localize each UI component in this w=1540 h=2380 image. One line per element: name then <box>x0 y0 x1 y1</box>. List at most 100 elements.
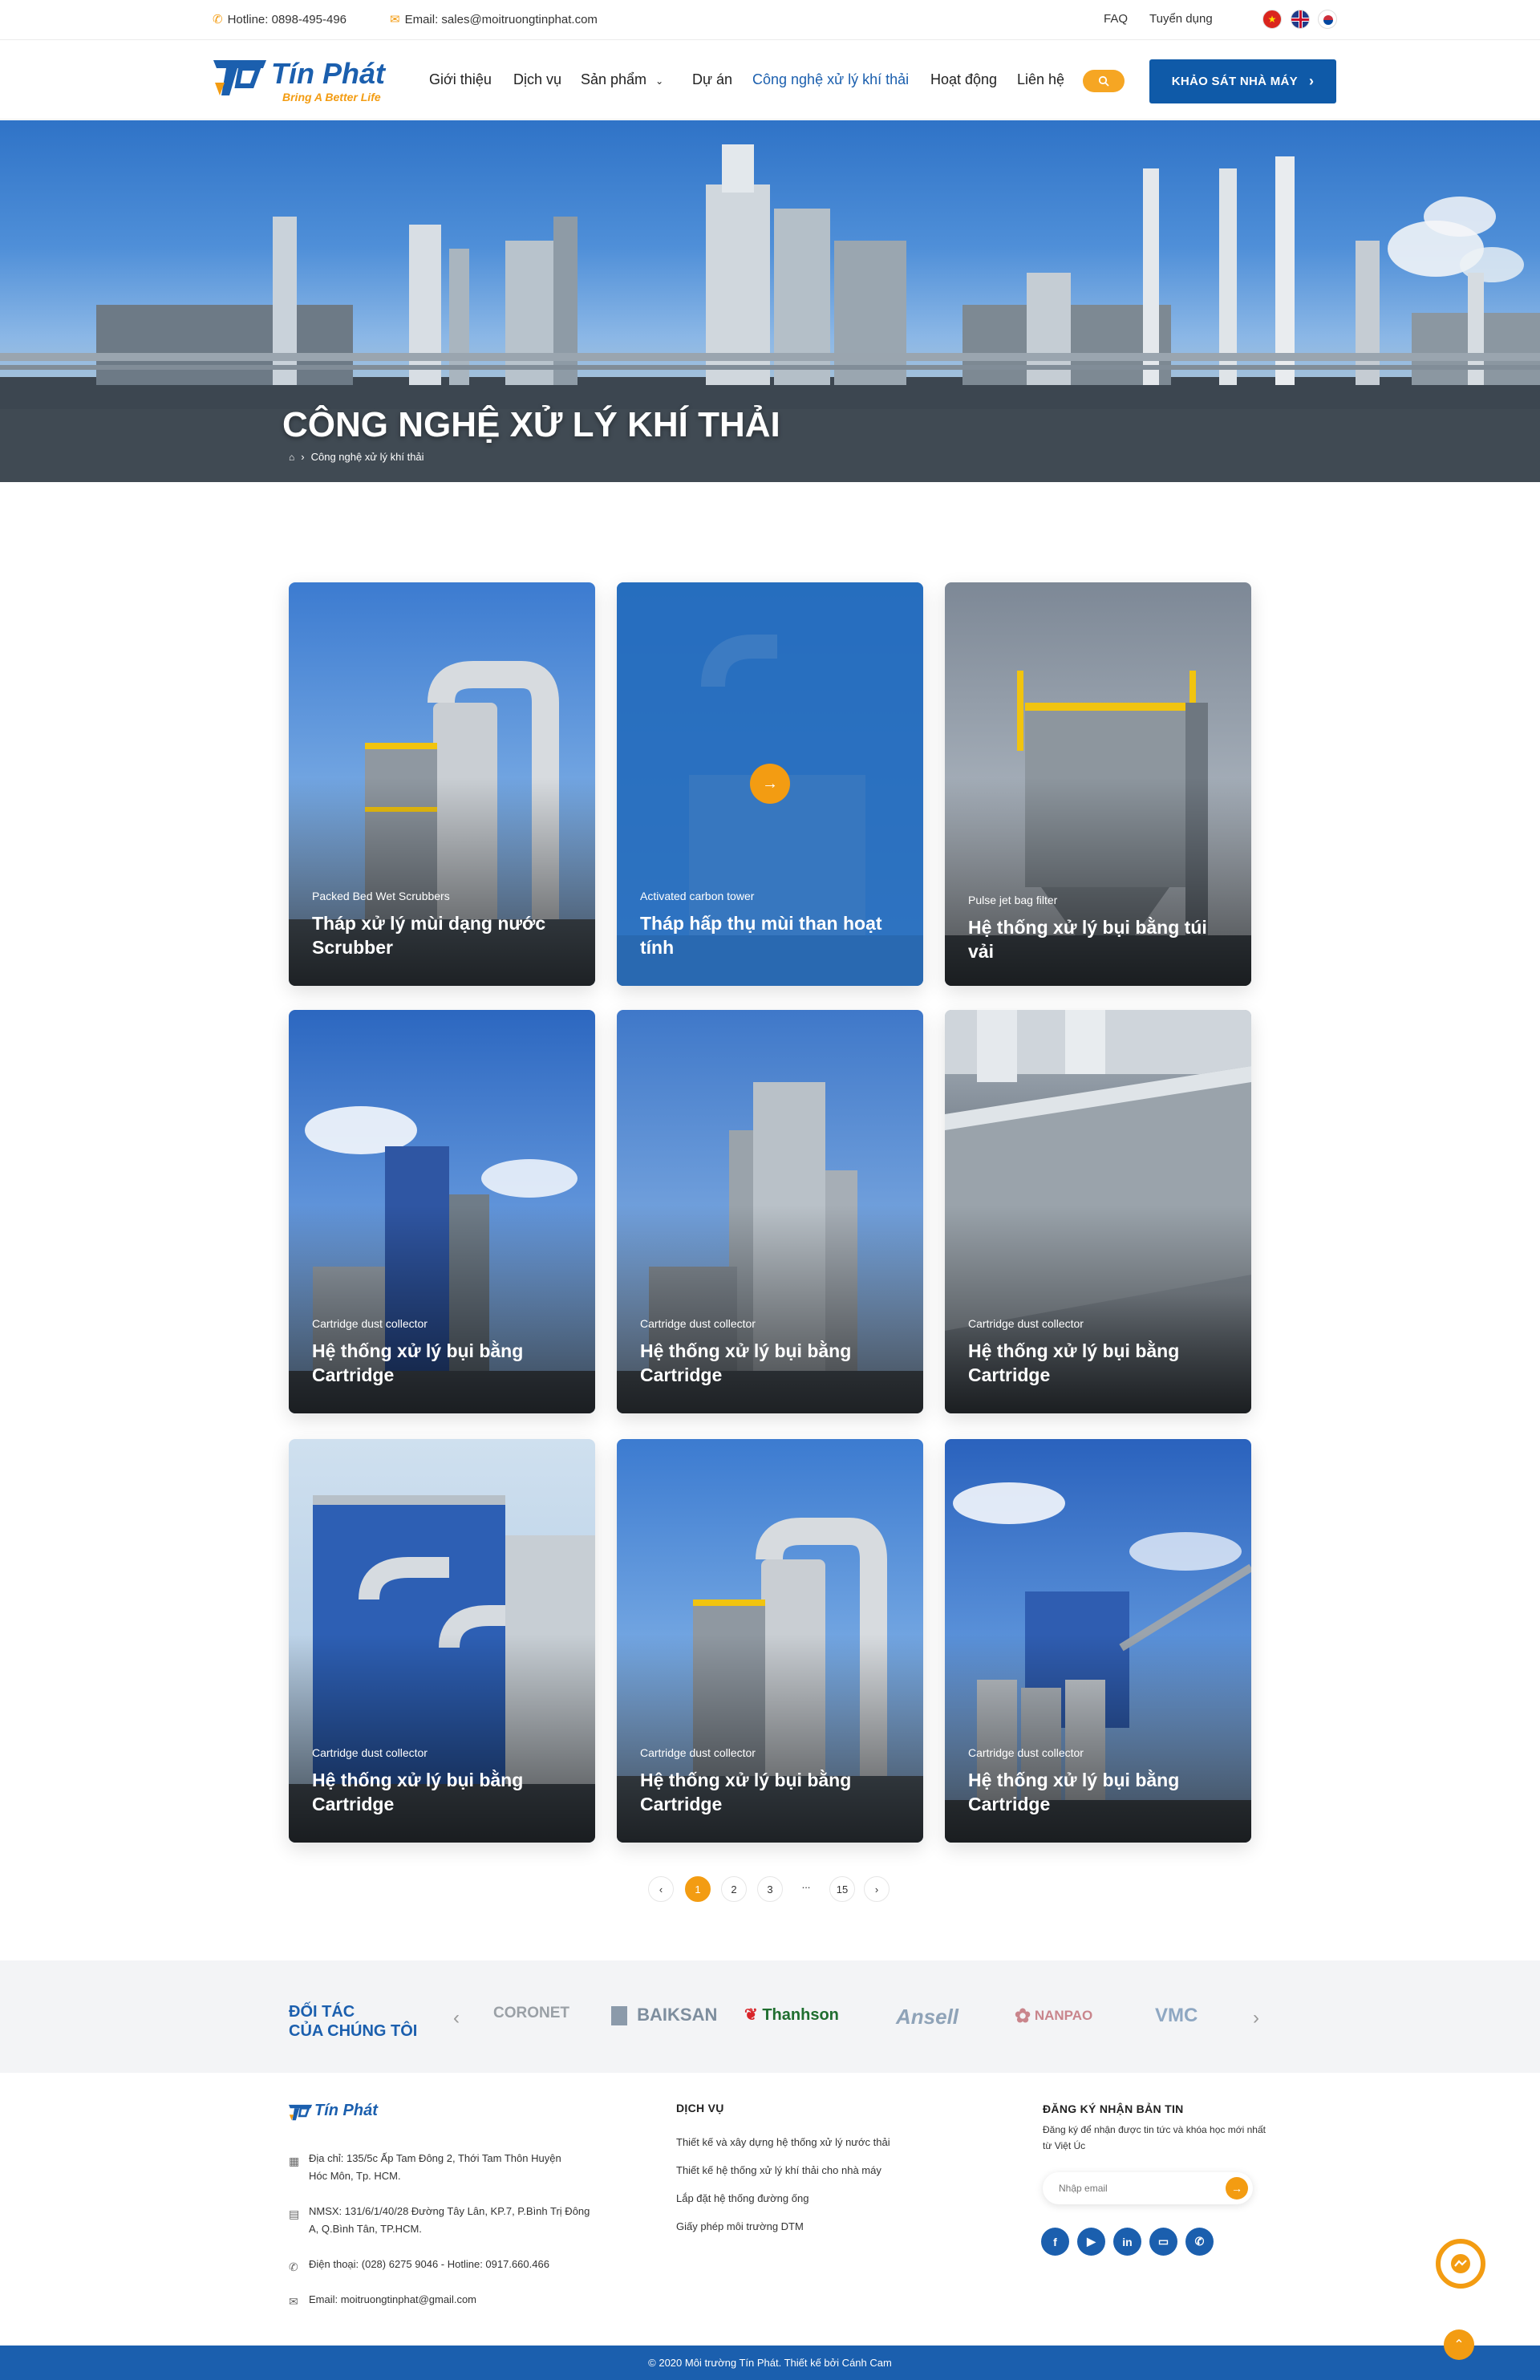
home-icon[interactable]: ⌂ <box>289 452 294 463</box>
survey-factory-button[interactable]: KHẢO SÁT NHÀ MÁY › <box>1149 59 1336 103</box>
footer-service-link[interactable]: Giấy phép môi trường DTM <box>676 2218 804 2236</box>
youtube-icon[interactable]: ▶ <box>1077 2228 1105 2256</box>
footer-email[interactable]: Email: moitruongtinphat@gmail.com <box>309 2291 598 2309</box>
brand-logo[interactable]: Tín Phát Bring A Better Life <box>213 55 406 105</box>
partner-logo-thanhson-text: Thanhson <box>762 2006 839 2024</box>
chevron-up-icon: ⌃ <box>1453 2338 1465 2352</box>
newsletter-submit-button[interactable]: → <box>1226 2177 1248 2200</box>
pagination-ellipsis: ... <box>793 1871 819 1897</box>
breadcrumb: ⌂ › Công nghệ xử lý khí thải <box>289 451 424 463</box>
pagination-page[interactable]: 3 <box>757 1876 783 1902</box>
footer <box>0 2073 1540 2346</box>
pagination-prev[interactable]: ‹ <box>648 1876 674 1902</box>
nav-cong-nghe[interactable]: Công nghệ xử lý khí thải <box>752 71 909 88</box>
phone-icon: ✆ <box>213 13 223 26</box>
partners-heading-line-2: CỦA CHÚNG TÔI <box>289 2022 418 2040</box>
logo-mark-icon <box>289 2104 313 2121</box>
product-card-cartridge-2[interactable]: Cartridge dust collector Hệ thống xử lý … <box>617 1010 923 1413</box>
arrow-right-icon: → <box>1231 2182 1242 2195</box>
arrow-right-icon[interactable]: → <box>750 764 790 804</box>
thanhson-leaf-icon: ❦ <box>744 2006 758 2024</box>
card-title: Hệ thống xử lý bụi bằng Cartridge <box>968 1770 1180 1814</box>
hero-banner: CÔNG NGHỆ XỬ LÝ KHÍ THẢI ⌂ › Công nghệ x… <box>0 120 1540 482</box>
product-card-cartridge-6[interactable]: Cartridge dust collector Hệ thống xử lý … <box>945 1439 1251 1843</box>
chat-icon[interactable]: ▭ <box>1149 2228 1177 2256</box>
product-card-cartridge-1[interactable]: Cartridge dust collector Hệ thống xử lý … <box>289 1010 595 1413</box>
nav-san-pham[interactable]: Sản phẩm ⌄ <box>581 71 663 88</box>
footer-logo[interactable]: Tín Phát <box>289 2102 401 2126</box>
pagination-page[interactable]: 15 <box>829 1876 855 1902</box>
nav-lien-he[interactable]: Liên hệ <box>1017 71 1064 88</box>
breadcrumb-separator-icon: › <box>301 451 305 463</box>
search-button[interactable] <box>1083 70 1125 92</box>
faq-label: FAQ <box>1104 12 1129 26</box>
korea-flag-icon[interactable] <box>1318 10 1337 29</box>
careers-label: Tuyển dụng <box>1149 12 1213 26</box>
footer-factory: NMSX: 131/6/1/40/28 Đường Tây Lân, KP.7,… <box>309 2205 590 2235</box>
footer-service-link[interactable]: Thiết kế và xây dựng hệ thống xử lý nước… <box>676 2134 890 2151</box>
card-title: Hệ thống xử lý bụi bằng Cartridge <box>312 1340 524 1385</box>
messenger-icon <box>1451 2254 1470 2273</box>
email-contact[interactable]: ✉ Email: sales@moitruongtinphat.com <box>390 12 598 27</box>
main-nav: Tín Phát Bring A Better Life Giới thiệu … <box>0 41 1540 120</box>
footer-service-link[interactable]: Thiết kế hệ thống xử lý khí thải cho nhà… <box>676 2162 881 2179</box>
product-card-scrubber[interactable]: Packed Bed Wet Scrubbers Tháp xử lý mùi … <box>289 582 595 986</box>
mail-icon: ✉ <box>289 2295 298 2308</box>
pagination-next[interactable]: › <box>864 1876 890 1902</box>
footer-address: Địa chỉ: 135/5c Ấp Tam Đông 2, Thới Tam … <box>309 2152 561 2182</box>
partner-logo-baiksan-text: BAIKSAN <box>637 2005 718 2025</box>
vietnam-flag-icon[interactable]: ★ <box>1262 10 1282 29</box>
footer-service-link[interactable]: Lắp đặt hệ thống đường ống <box>676 2190 808 2208</box>
nav-gioi-thieu[interactable]: Giới thiệu <box>429 71 492 88</box>
nav-dich-vu[interactable]: Dịch vụ <box>513 71 561 88</box>
pagination-page[interactable]: 2 <box>721 1876 747 1902</box>
partner-logo-vmc[interactable]: VMC <box>1155 2005 1198 2027</box>
facebook-icon[interactable]: f <box>1041 2228 1069 2256</box>
back-to-top-button[interactable]: ⌃ <box>1444 2329 1474 2360</box>
cta-label: KHẢO SÁT NHÀ MÁY <box>1171 75 1298 88</box>
hotline-text: Hotline: 0898-495-496 <box>227 12 347 26</box>
card-title: Hệ thống xử lý bụi bằng Cartridge <box>312 1770 524 1814</box>
footer-phone[interactable]: Điện thoại: (028) 6275 9046 - Hotline: 0… <box>309 2256 630 2273</box>
nanpao-flower-icon: ✿ <box>1015 2005 1031 2027</box>
hotline[interactable]: ✆ Hotline: 0898-495-496 <box>213 12 347 27</box>
card-title: Tháp xử lý mùi dạng nước Scrubber <box>312 913 546 958</box>
card-title: Hệ thống xử lý bụi bằng Cartridge <box>640 1340 852 1385</box>
search-icon <box>1098 75 1109 87</box>
partner-logo-nanpao[interactable]: ✿ NANPAO <box>1015 2005 1092 2028</box>
product-card-carbon-tower[interactable]: → Activated carbon tower Tháp hấp thụ mù… <box>617 582 923 986</box>
product-card-cartridge-5[interactable]: Cartridge dust collector Hệ thống xử lý … <box>617 1439 923 1843</box>
product-card-bag-filter[interactable]: Pulse jet bag filter Hệ thống xử lý bụi … <box>945 582 1251 986</box>
card-title: Hệ thống xử lý bụi bằng Cartridge <box>968 1340 1180 1385</box>
chevron-right-icon[interactable]: › <box>1253 2007 1259 2029</box>
partner-logo-thanhson[interactable]: ❦ Thanhson <box>744 2005 839 2025</box>
product-card-cartridge-3[interactable]: Cartridge dust collector Hệ thống xử lý … <box>945 1010 1251 1413</box>
mail-icon: ✉ <box>390 13 400 26</box>
partner-logo-baiksan[interactable]: BAIKSAN <box>611 2005 718 2026</box>
chevron-right-icon: › <box>874 1883 879 1895</box>
pagination-page[interactable]: 1 <box>685 1876 711 1902</box>
nav-du-an[interactable]: Dự án <box>692 71 732 88</box>
copyright-text: © 2020 Môi trường Tín Phát. Thiết kế bởi… <box>648 2357 892 2369</box>
product-card-cartridge-4[interactable]: Cartridge dust collector Hệ thống xử lý … <box>289 1439 595 1843</box>
partner-logo-ansell[interactable]: Ansell <box>896 2005 958 2029</box>
email-text: Email: sales@moitruongtinphat.com <box>404 12 598 26</box>
faq-link[interactable]: FAQ <box>1104 12 1128 26</box>
card-subtitle: Cartridge dust collector <box>968 1317 1084 1330</box>
careers-link[interactable]: Tuyển dụng <box>1149 12 1213 26</box>
partner-logo-coronet[interactable]: CORONET <box>493 2005 569 2022</box>
nav-san-pham-label: Sản phẩm <box>581 71 647 87</box>
partners-section: ĐỐI TÁC CỦA CHÚNG TÔI ‹ CORONET BAIKSAN … <box>0 1960 1540 2073</box>
card-subtitle: Packed Bed Wet Scrubbers <box>312 890 450 902</box>
whatsapp-icon[interactable]: ✆ <box>1185 2228 1214 2256</box>
partners-heading-line-1: ĐỐI TÁC <box>289 2003 355 2021</box>
nav-hoat-dong[interactable]: Hoạt động <box>930 71 997 88</box>
uk-flag-icon[interactable] <box>1291 10 1310 29</box>
chevron-left-icon[interactable]: ‹ <box>453 2007 460 2029</box>
card-subtitle: Cartridge dust collector <box>312 1746 428 1759</box>
messenger-chat-button[interactable] <box>1436 2239 1485 2289</box>
breadcrumb-current: Công nghệ xử lý khí thải <box>310 451 424 463</box>
newsletter-email-input[interactable] <box>1059 2180 1211 2196</box>
linkedin-icon[interactable]: in <box>1113 2228 1141 2256</box>
chevron-left-icon: ‹ <box>659 1883 663 1895</box>
